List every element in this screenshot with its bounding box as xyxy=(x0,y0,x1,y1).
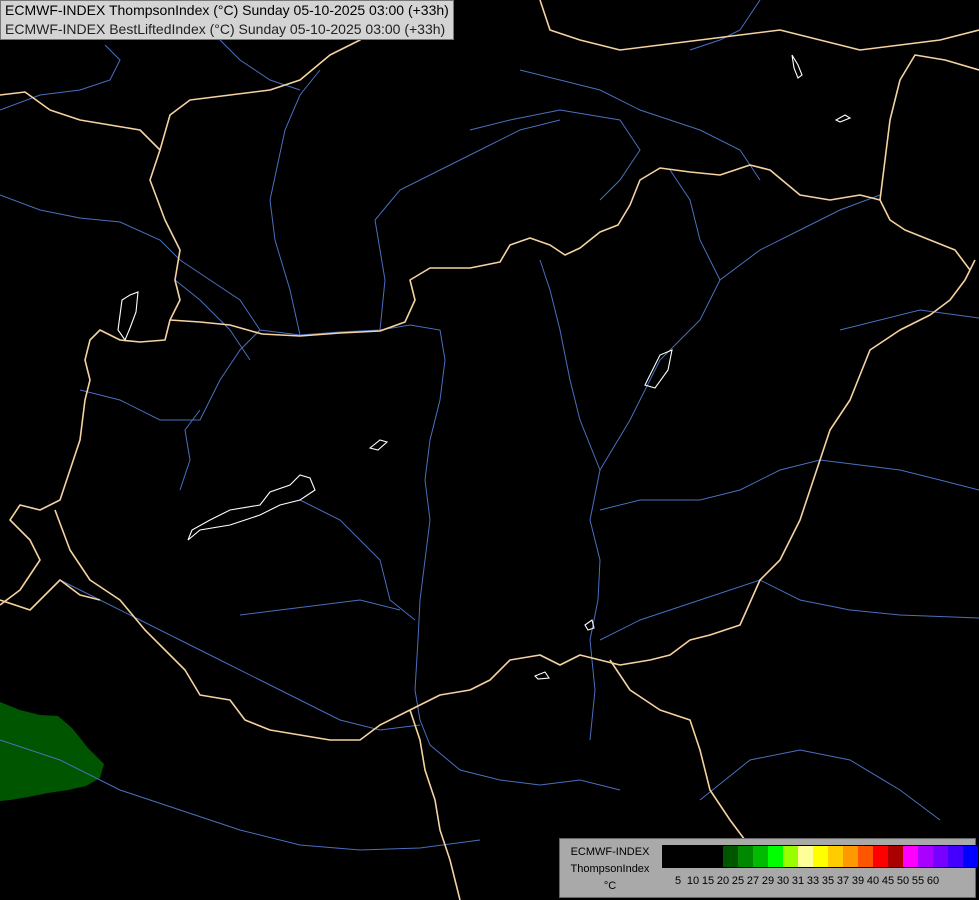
map-canvas xyxy=(0,0,979,900)
legend-swatch xyxy=(918,846,933,867)
legend-swatch xyxy=(843,846,858,867)
map-title-primary: ECMWF-INDEX ThompsonIndex (°C) Sunday 05… xyxy=(5,2,449,18)
legend-swatch xyxy=(873,846,888,867)
map-title-box: ECMWF-INDEX ThompsonIndex (°C) Sunday 05… xyxy=(0,0,454,40)
legend-swatch xyxy=(678,846,693,867)
legend-swatch xyxy=(813,846,828,867)
legend-tick-label: 60 xyxy=(926,875,940,887)
legend-swatch xyxy=(933,846,948,867)
legend-swatch xyxy=(963,846,978,867)
legend-swatch xyxy=(888,846,903,867)
legend-tick-labels: 5 10 15 20 25 27 29 30 31 33 35 37 39 40 45 50 55 60 xyxy=(662,875,979,889)
legend-swatch xyxy=(723,846,738,867)
legend-color-scale xyxy=(662,845,979,868)
legend-swatch xyxy=(783,846,798,867)
legend-swatch xyxy=(903,846,918,867)
map-title-secondary: ECMWF-INDEX BestLiftedIndex (°C) Sunday … xyxy=(5,21,446,37)
legend-swatch xyxy=(948,846,963,867)
legend-swatch xyxy=(753,846,768,867)
legend-unit-label: °C xyxy=(603,880,617,892)
legend-swatch xyxy=(663,846,678,867)
legend-swatch xyxy=(738,846,753,867)
legend-swatch xyxy=(798,846,813,867)
legend-model-label: ECMWF-INDEX xyxy=(570,846,650,858)
legend-variable-label: ThompsonIndex xyxy=(570,863,650,875)
legend-swatch xyxy=(858,846,873,867)
legend-swatch xyxy=(693,846,708,867)
color-legend: ECMWF-INDEX ThompsonIndex °C 5 10 15 20 25 27… xyxy=(559,838,979,898)
legend-swatch xyxy=(708,846,723,867)
legend-swatch xyxy=(768,846,783,867)
legend-swatch xyxy=(828,846,843,867)
